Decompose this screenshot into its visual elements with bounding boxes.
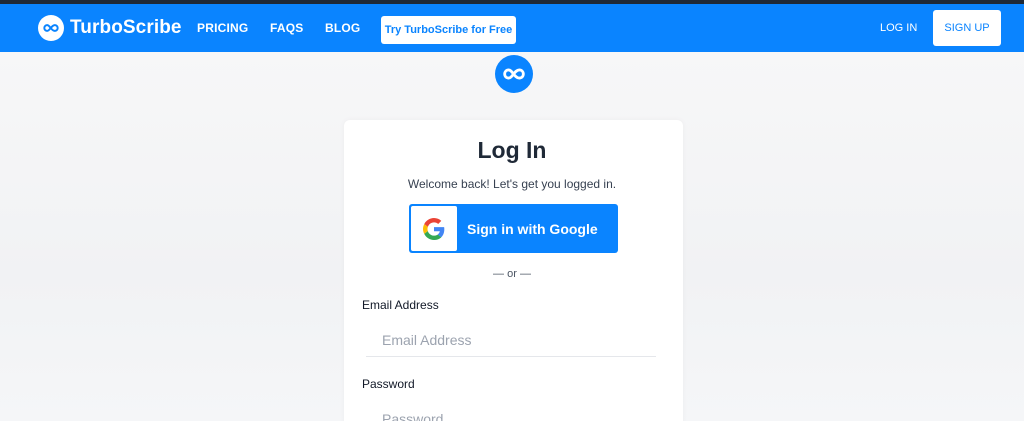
login-subtitle: Welcome back! Let's get you logged in.: [407, 177, 617, 191]
try-free-button[interactable]: Try TurboScribe for Free: [381, 16, 516, 44]
google-signin-label: Sign in with Google: [467, 220, 598, 237]
infinity-logo-icon: [38, 15, 64, 41]
google-icon-box: [411, 206, 457, 251]
brand-name: TurboScribe: [70, 17, 182, 38]
google-g-icon: [423, 217, 445, 240]
nav-link-faqs[interactable]: FAQS: [270, 21, 303, 35]
brand-home-link[interactable]: TurboScribe: [38, 15, 182, 41]
nav-login-link[interactable]: LOG IN: [880, 22, 917, 34]
signup-button[interactable]: SIGN UP: [933, 10, 1001, 46]
google-signin-button[interactable]: Sign in with Google: [409, 204, 618, 253]
email-field[interactable]: [366, 323, 656, 357]
nav-link-blog[interactable]: BLOG: [325, 21, 360, 35]
infinity-logo-icon: [495, 55, 533, 93]
login-title: Log In: [477, 137, 547, 163]
password-label: Password: [362, 377, 415, 391]
password-field[interactable]: [366, 402, 656, 421]
or-separator: — or —: [493, 268, 531, 280]
email-label: Email Address: [362, 298, 439, 312]
nav-link-pricing[interactable]: PRICING: [197, 21, 248, 35]
top-navbar: TurboScribe PRICING FAQS BLOG Try TurboS…: [0, 4, 1024, 52]
